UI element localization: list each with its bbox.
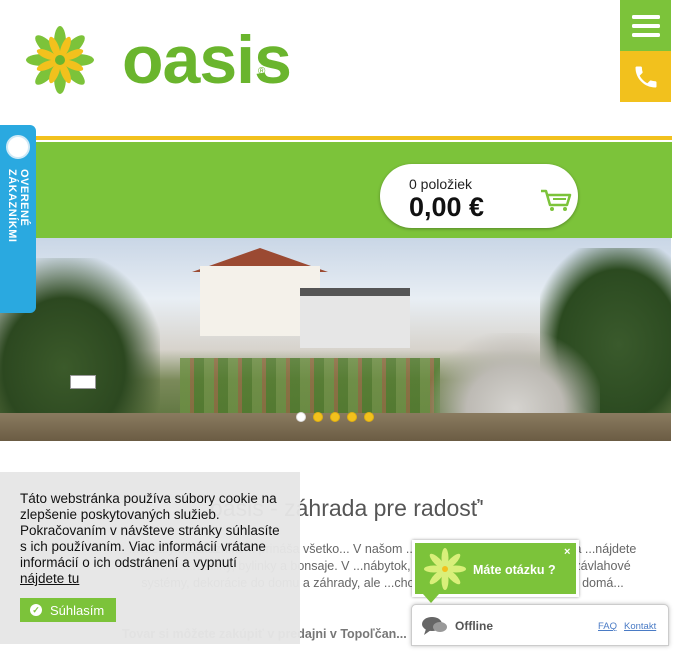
cookie-consent-text: Táto webstránka používa súbory cookie na… <box>20 491 280 587</box>
site-logo[interactable]: oasis ® <box>24 22 292 96</box>
verified-seal-icon <box>6 135 30 159</box>
phone-button[interactable] <box>620 51 671 102</box>
cookie-consent-message: Táto webstránka používa súbory cookie na… <box>20 491 280 570</box>
close-icon[interactable]: × <box>564 546 570 558</box>
cart-item-count: 0 položiek <box>409 176 473 192</box>
slide-dot-5[interactable] <box>364 412 374 422</box>
cart-summary[interactable]: 0 položiek 0,00 € <box>380 164 578 228</box>
logo-registered-mark: ® <box>258 66 266 77</box>
banner-garden-center-building <box>300 288 410 348</box>
slide-dot-4[interactable] <box>347 412 357 422</box>
chat-contact-link[interactable]: Kontakt <box>624 621 656 632</box>
slide-dot-3[interactable] <box>330 412 340 422</box>
flower-logo-icon <box>424 548 466 590</box>
banner-sign <box>70 375 96 389</box>
verified-customers-label: OVERENÉ ZÁKAZNÍKMI <box>6 169 30 243</box>
chat-icon <box>422 617 447 635</box>
chat-status: Offline <box>455 619 493 633</box>
phone-icon <box>635 66 656 87</box>
check-icon: ✓ <box>30 604 42 616</box>
menu-button[interactable] <box>620 0 671 51</box>
logo-wordmark: oasis <box>122 22 292 98</box>
cookie-accept-button[interactable]: ✓ Súhlasím <box>20 598 116 622</box>
header-accent-line <box>0 136 672 140</box>
cookie-more-info-link[interactable]: nájdete tu <box>20 571 79 586</box>
chat-bubble-tail <box>423 594 439 603</box>
slide-dot-1[interactable] <box>296 412 306 422</box>
slideshow-dots <box>296 412 374 422</box>
chat-question-label: Máte otázku ? <box>473 563 556 577</box>
chat-invite-bubble[interactable]: Máte otázku ? × <box>412 540 579 597</box>
cart-icon <box>541 189 572 211</box>
chat-faq-link[interactable]: FAQ <box>598 621 617 632</box>
verified-customers-badge[interactable]: OVERENÉ ZÁKAZNÍKMI <box>0 125 36 313</box>
cart-total: 0,00 € <box>409 192 485 222</box>
flower-logo-icon <box>26 26 94 94</box>
cookie-consent-popup: Táto webstránka používa súbory cookie na… <box>0 472 300 644</box>
hero-slideshow[interactable] <box>0 238 671 441</box>
chat-widget-bar[interactable]: Offline FAQ Kontakt <box>411 604 669 646</box>
cookie-accept-label: Súhlasím <box>50 602 105 618</box>
hamburger-icon <box>631 14 660 37</box>
slide-dot-2[interactable] <box>313 412 323 422</box>
